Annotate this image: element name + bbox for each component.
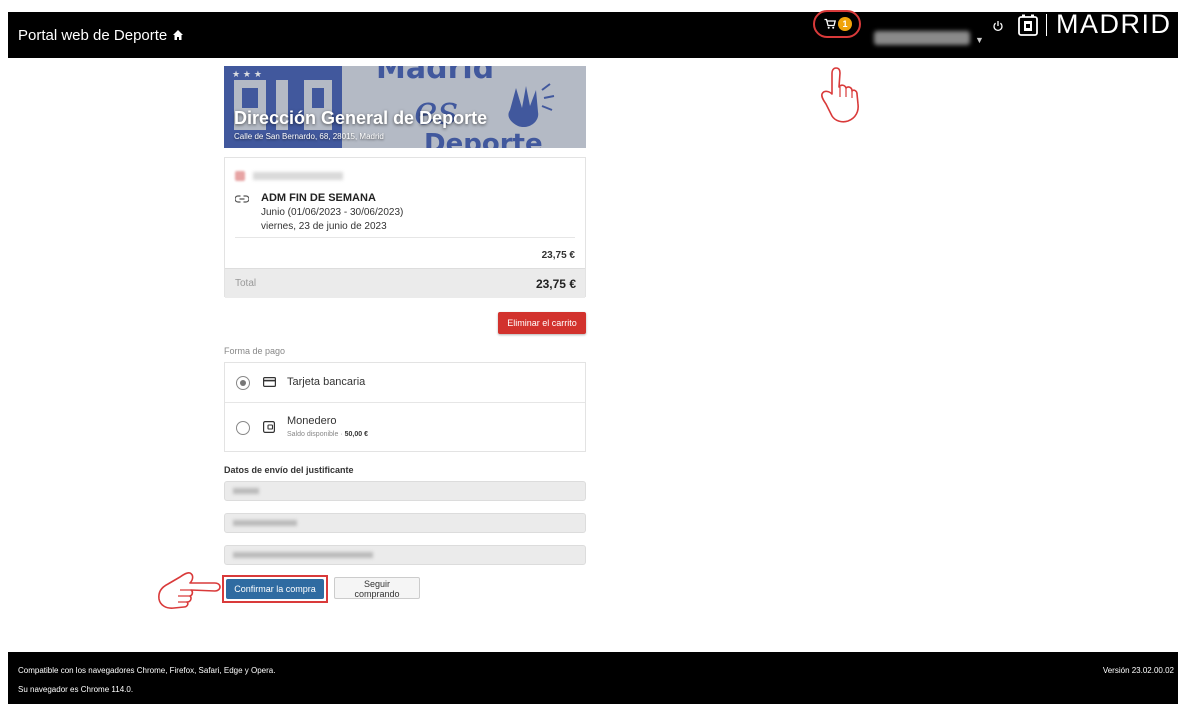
cart-item-period: Junio (01/06/2023 - 30/06/2023) — [261, 207, 404, 218]
cart-item-price: 23,75 € — [541, 250, 575, 261]
cart-total-row: Total 23,75 € — [225, 268, 585, 298]
browser-compatibility-text: Compatible con los navegadores Chrome, F… — [18, 666, 276, 675]
user-text-blurred — [253, 172, 343, 180]
option-wallet-label[interactable]: Monedero — [287, 415, 337, 427]
cart-count-badge[interactable]: 1 — [838, 17, 852, 31]
shipping-data-label: Datos de envío del justificante — [224, 465, 354, 475]
version-text: Versión 23.02.00.02 — [1102, 666, 1174, 675]
option-card-label[interactable]: Tarjeta bancaria — [287, 376, 365, 388]
venue-address: Calle de San Bernardo, 68, 28015, Madrid — [234, 132, 384, 141]
shipping-field-name[interactable] — [224, 481, 586, 501]
madrid-wordmark: MADRID — [1056, 9, 1172, 39]
delete-cart-button[interactable]: Eliminar el carrito — [498, 312, 586, 334]
footer: Compatible con los navegadores Chrome, F… — [8, 652, 1178, 704]
cart-item-date: viernes, 23 de junio de 2023 — [261, 221, 387, 232]
pointing-hand-annotation-icon — [158, 572, 221, 609]
user-name-blurred[interactable] — [874, 31, 970, 45]
power-icon[interactable] — [992, 20, 1004, 32]
payment-method-label: Forma de pago — [224, 346, 286, 356]
venue-title: Dirección General de Deporte — [234, 108, 488, 128]
total-label: Total — [235, 278, 257, 289]
credit-card-icon — [263, 377, 276, 387]
radio-card[interactable] — [236, 376, 250, 390]
confirm-purchase-button[interactable]: Confirmar la compra — [226, 579, 324, 599]
wallet-icon — [263, 421, 275, 433]
browser-info-text: Su navegador es Chrome 114.0. — [18, 685, 134, 694]
top-navbar: Portal web de Deporte ▼ — [8, 12, 1178, 58]
pointing-hand-annotation-icon — [821, 67, 859, 123]
user-avatar-blurred — [235, 171, 245, 181]
wallet-balance-value: 50,00 € — [344, 431, 368, 438]
brand-link[interactable]: Portal web de Deporte — [18, 27, 167, 44]
radio-wallet[interactable] — [236, 421, 250, 435]
total-value: 23,75 € — [535, 277, 576, 291]
cart-item-name: ADM FIN DE SEMANA — [261, 192, 376, 204]
wallet-balance: Saldo disponible · 50,00 € — [287, 431, 368, 438]
cart-icon[interactable] — [824, 18, 836, 30]
cart-summary: ADM FIN DE SEMANA Junio (01/06/2023 - 30… — [224, 157, 586, 298]
payment-method-options: Tarjeta bancaria Monedero Saldo disponib… — [224, 362, 586, 452]
chevron-down-icon[interactable]: ▼ — [975, 35, 984, 45]
link-icon — [235, 195, 249, 203]
shipping-field-surname[interactable] — [224, 513, 586, 533]
cart-highlight-circle — [813, 10, 861, 38]
home-icon[interactable] — [172, 29, 184, 41]
venue-banner: ★ ★ ★ Madrid es Deporte Dirección Genera… — [224, 66, 586, 148]
divider — [235, 237, 575, 238]
wallet-balance-label: Saldo disponible — [287, 431, 339, 438]
shipping-field-email[interactable] — [224, 545, 586, 565]
divider — [225, 402, 585, 403]
madrid-crest-icon — [1018, 14, 1038, 36]
logo-divider — [1046, 14, 1047, 36]
continue-shopping-button[interactable]: Seguir comprando — [334, 577, 420, 599]
